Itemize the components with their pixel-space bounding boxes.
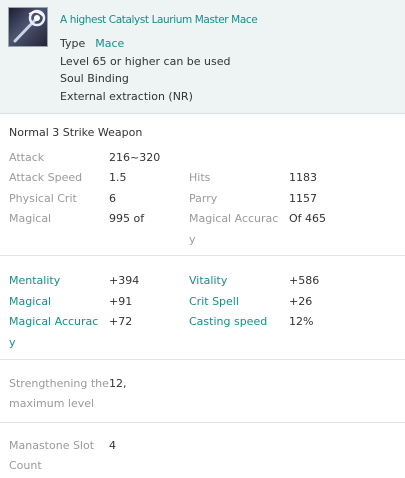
item-type: Type Mace bbox=[60, 37, 124, 50]
parry-value: 1157 bbox=[289, 192, 317, 205]
divider bbox=[0, 422, 405, 423]
item-header: A highest Catalyst Laurium Master Mace T… bbox=[0, 0, 405, 114]
bonus-magical-accuracy-label: Magical Accurac bbox=[9, 315, 99, 328]
manastone-slot-value: 4 bbox=[109, 439, 116, 452]
mentality-value: +394 bbox=[109, 274, 140, 287]
soul-binding: Soul Binding bbox=[60, 72, 129, 85]
hits-label: Hits bbox=[189, 171, 211, 184]
crit-spell-value: +26 bbox=[289, 295, 313, 308]
attack-speed-value: 1.5 bbox=[109, 171, 127, 184]
manastone-slot-label-wrap: Count bbox=[9, 459, 42, 472]
casting-speed-label: Casting speed bbox=[189, 315, 268, 328]
physical-crit-value: 6 bbox=[109, 192, 116, 205]
magical-label: Magical bbox=[9, 212, 52, 225]
enchant-max-label: Strengthening the bbox=[9, 377, 109, 390]
enchant-max-label-wrap: maximum level bbox=[9, 397, 95, 410]
attack-speed-label: Attack Speed bbox=[9, 171, 83, 184]
vitality-label: Vitality bbox=[189, 274, 228, 287]
manastone-slot-label: Manastone Slot bbox=[9, 439, 95, 452]
mace-icon bbox=[8, 7, 48, 47]
crit-spell-label: Crit Spell bbox=[189, 295, 239, 308]
weapon-class: Normal 3 Strike Weapon bbox=[9, 126, 143, 139]
enchant-max-value: 12, bbox=[109, 377, 127, 390]
mentality-label: Mentality bbox=[9, 274, 61, 287]
casting-speed-value: 12% bbox=[289, 315, 314, 328]
item-name: A highest Catalyst Laurium Master Mace bbox=[60, 14, 258, 26]
bonus-magical-value: +91 bbox=[109, 295, 133, 308]
item-type-value: Mace bbox=[95, 37, 125, 50]
physical-crit-label: Physical Crit bbox=[9, 192, 77, 205]
vitality-value: +586 bbox=[289, 274, 320, 287]
divider bbox=[0, 359, 405, 360]
parry-label: Parry bbox=[189, 192, 218, 205]
divider bbox=[0, 255, 405, 256]
magical-value: 995 of bbox=[109, 212, 145, 225]
attack-label: Attack bbox=[9, 151, 45, 164]
external-extraction: External extraction (NR) bbox=[60, 90, 193, 103]
magical-accuracy-label: Magical Accurac bbox=[189, 212, 279, 225]
hits-value: 1183 bbox=[289, 171, 317, 184]
level-requirement: Level 65 or higher can be used bbox=[60, 55, 231, 68]
bonus-magical-accuracy-value: +72 bbox=[109, 315, 133, 328]
magical-accuracy-value: Of 465 bbox=[289, 212, 327, 225]
bonus-magical-label: Magical bbox=[9, 295, 52, 308]
magical-accuracy-label-wrap: y bbox=[189, 233, 196, 246]
item-type-label: Type bbox=[60, 37, 86, 50]
attack-value: 216~320 bbox=[109, 151, 161, 164]
bonus-magical-accuracy-label-wrap: y bbox=[9, 336, 16, 349]
